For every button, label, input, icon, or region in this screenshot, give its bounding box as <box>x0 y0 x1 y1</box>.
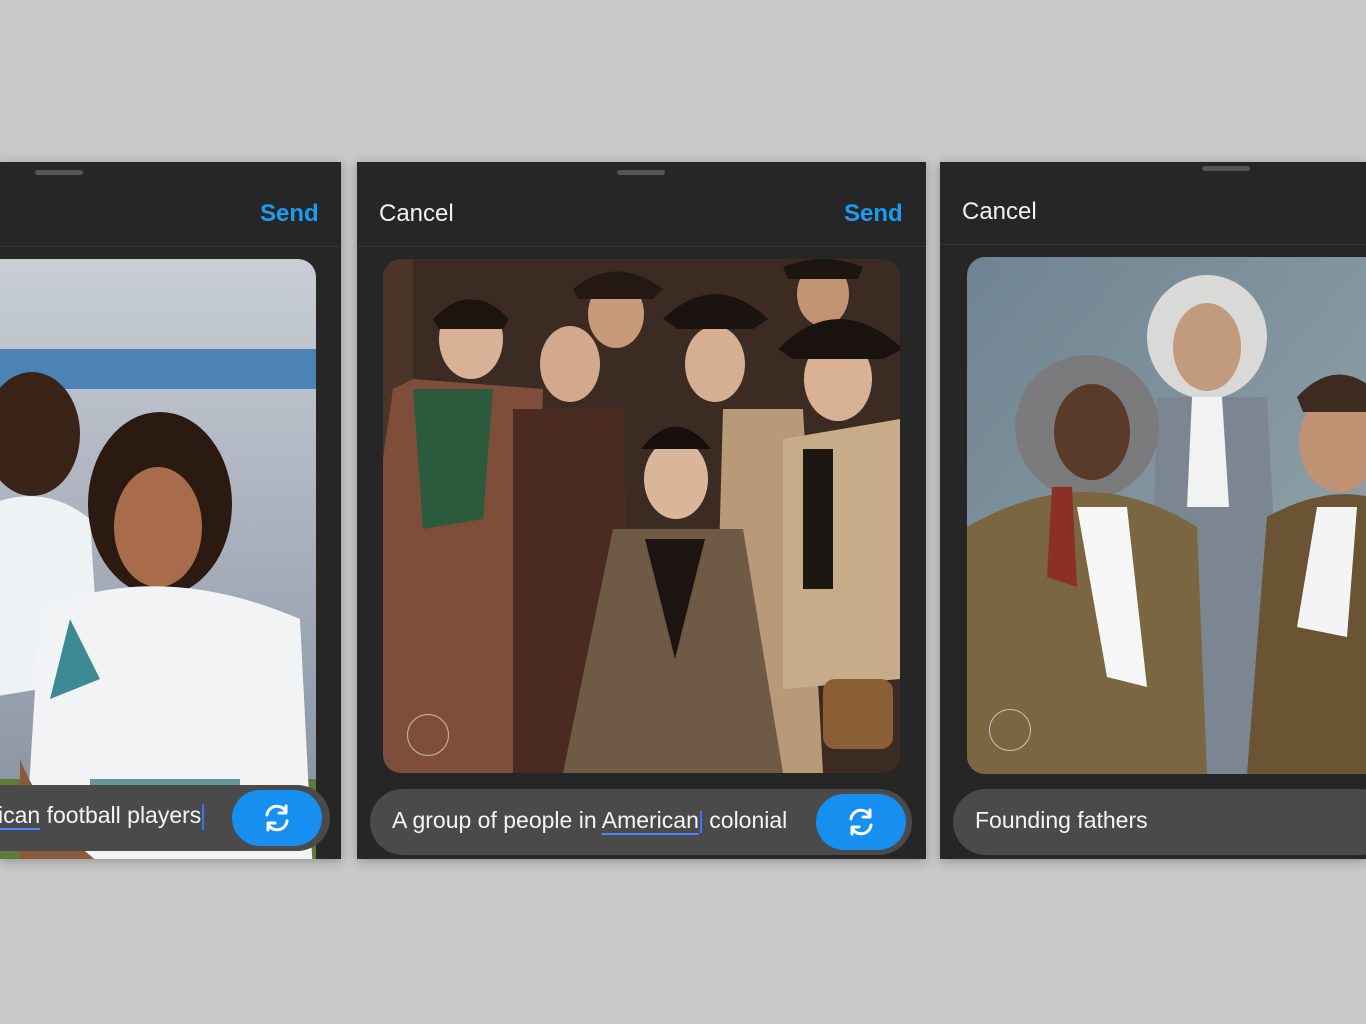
prompt-field[interactable]: A group of people in American colonial <box>370 789 912 855</box>
generated-image-founding-fathers <box>967 257 1366 774</box>
ai-watermark-icon <box>989 709 1031 751</box>
ai-watermark-icon <box>407 714 449 756</box>
send-button[interactable]: Send <box>260 200 319 228</box>
panel-header: Cancel <box>940 162 1366 245</box>
panel-colonial: Cancel Send A group of people in America… <box>357 162 926 859</box>
panel-header: Send <box>0 162 341 247</box>
text-cursor <box>202 803 205 830</box>
colonial-image-art <box>383 259 900 773</box>
cancel-button[interactable]: Cancel <box>379 200 454 228</box>
regenerate-button[interactable] <box>816 794 906 850</box>
panel-football: Send ican football players <box>0 162 341 859</box>
prompt-input[interactable]: ican football players <box>0 802 205 830</box>
prompt-input[interactable]: Founding fathers <box>975 807 1148 834</box>
prompt-field[interactable]: Founding fathers <box>953 789 1366 855</box>
text-cursor <box>699 810 702 833</box>
refresh-icon <box>265 804 289 832</box>
prompt-input[interactable]: A group of people in American colonial <box>392 807 787 834</box>
generated-image-colonial <box>383 259 900 773</box>
send-button[interactable]: Send <box>844 200 903 228</box>
panel-founding-fathers: Cancel Founding fathers <box>940 162 1366 859</box>
regenerate-button[interactable] <box>232 790 322 846</box>
generated-image-football <box>0 259 316 859</box>
refresh-icon <box>849 808 873 836</box>
panel-header: Cancel Send <box>357 162 926 247</box>
football-image-art <box>0 259 316 859</box>
founding-fathers-image-art <box>967 257 1366 774</box>
prompt-field[interactable]: ican football players <box>0 785 330 851</box>
cancel-button[interactable]: Cancel <box>962 198 1037 226</box>
